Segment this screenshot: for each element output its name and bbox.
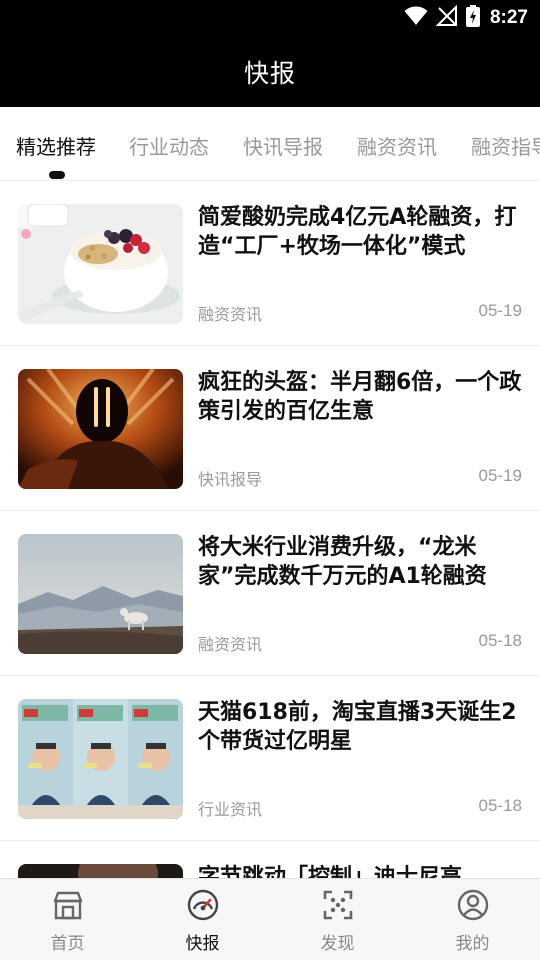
tab-financing-news[interactable]: 融资资讯 [357, 131, 437, 160]
item-category: 行业资讯 [198, 800, 263, 819]
item-date: 05-18 [478, 796, 522, 815]
nav-discover[interactable]: 发现 [270, 879, 405, 960]
user-icon [455, 887, 491, 923]
item-title: 疯狂的头盔：半月翻6倍，一个政策引发的百亿生意 [198, 370, 522, 424]
list-item[interactable]: 天猫618前，淘宝直播3天诞生2个带货过亿明星 行业资讯 05-18 [0, 676, 540, 841]
item-title: 天猫618前，淘宝直播3天诞生2个带货过亿明星 [198, 700, 517, 754]
nav-profile[interactable]: 我的 [405, 879, 540, 960]
item-title: 字节跳动「控制」迪士尼高 [198, 865, 463, 878]
item-category: 融资资讯 [198, 635, 263, 654]
tab-financing-guide[interactable]: 融资指导 [471, 131, 540, 160]
livestream-image [18, 699, 183, 819]
list-item[interactable]: 字节跳动「控制」迪士尼高 [0, 841, 540, 878]
battery-icon [465, 5, 480, 31]
item-date: 05-19 [478, 466, 522, 485]
nav-label: 我的 [455, 934, 490, 954]
nav-home[interactable]: 首页 [0, 879, 135, 960]
item-title: 将大米行业消费升级，“龙米家”完成数千万元的A1轮融资 [198, 535, 487, 589]
list-item[interactable]: 疯狂的头盔：半月翻6倍，一个政策引发的百亿生意 快讯报导 05-19 [0, 346, 540, 511]
tab-featured[interactable]: 精选推荐 [16, 131, 96, 160]
nav-label: 发现 [320, 934, 355, 954]
nav-label: 快报 [185, 934, 220, 954]
tab-flash-report[interactable]: 快讯导报 [243, 131, 323, 160]
category-tabs: 精选推荐 行业动态 快讯导报 融资资讯 融资指导 [0, 107, 540, 181]
item-date: 05-19 [478, 301, 522, 320]
item-category: 快讯报导 [198, 470, 263, 489]
status-icons: 8:27 [404, 4, 528, 31]
page-title: 快报 [243, 58, 296, 88]
item-title: 简爱酸奶完成4亿元A轮融资，打造“工厂+牧场一体化”模式 [198, 205, 517, 259]
bottom-nav: 首页 快报 发现 我的 [0, 878, 540, 960]
list-item[interactable]: 简爱酸奶完成4亿元A轮融资，打造“工厂+牧场一体化”模式 融资资讯 05-19 [0, 181, 540, 346]
tab-industry-news[interactable]: 行业动态 [129, 131, 209, 160]
nav-flash[interactable]: 快报 [135, 879, 270, 960]
nav-label: 首页 [50, 934, 85, 954]
wifi-icon [404, 6, 428, 30]
item-date: 05-18 [478, 631, 522, 650]
portrait-image [18, 864, 183, 878]
helmet-image [18, 369, 183, 489]
status-time: 8:27 [489, 7, 528, 28]
list-item[interactable]: 将大米行业消费升级，“龙米家”完成数千万元的A1轮融资 融资资讯 05-18 [0, 511, 540, 676]
store-icon [50, 887, 86, 923]
gauge-icon [185, 887, 221, 923]
tab-indicator [49, 171, 65, 179]
item-category: 融资资讯 [198, 305, 263, 324]
mountain-dog-image [18, 534, 183, 654]
no-signal-icon [435, 4, 458, 31]
yogurt-bowl-image [18, 204, 183, 324]
scan-icon [320, 887, 356, 923]
news-feed: 简爱酸奶完成4亿元A轮融资，打造“工厂+牧场一体化”模式 融资资讯 05-19 … [0, 181, 540, 878]
header: 快报 [0, 36, 540, 107]
status-bar: 8:27 [0, 0, 540, 36]
